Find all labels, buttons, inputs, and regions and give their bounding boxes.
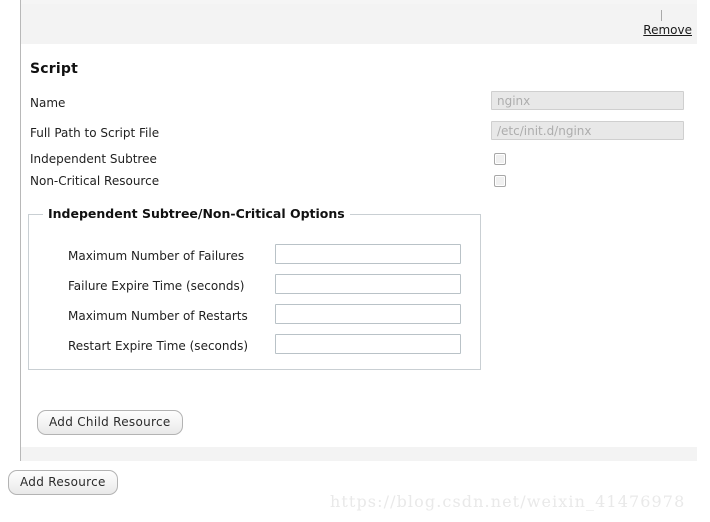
label-maximum-number-of-failures: Maximum Number of Failures (68, 249, 245, 263)
panel-footer-strip (21, 447, 697, 461)
fieldset-row-max-restarts: Maximum Number of Restarts (29, 304, 482, 337)
add-child-resource-button[interactable]: Add Child Resource (37, 410, 183, 435)
form-row-name: Name (21, 91, 697, 120)
remove-divider-tick (661, 10, 662, 21)
maximum-number-of-restarts-input[interactable] (275, 304, 461, 324)
fieldset-row-restart-expire-time: Restart Expire Time (seconds) (29, 334, 482, 367)
label-non-critical-resource: Non-Critical Resource (30, 174, 160, 188)
add-resource-button[interactable]: Add Resource (8, 470, 118, 495)
maximum-number-of-failures-input[interactable] (275, 244, 461, 264)
label-failure-expire-time: Failure Expire Time (seconds) (68, 279, 245, 293)
label-independent-subtree: Independent Subtree (30, 152, 157, 166)
failure-expire-time-input[interactable] (275, 274, 461, 294)
form-row-non-critical-resource: Non-Critical Resource (21, 172, 697, 198)
label-name: Name (30, 96, 66, 110)
panel-header-strip: Remove (21, 0, 697, 44)
label-restart-expire-time: Restart Expire Time (seconds) (68, 339, 249, 353)
fieldset-row-failure-expire-time: Failure Expire Time (seconds) (29, 274, 482, 307)
resource-panel: Remove Script Name Full Path to Script F… (20, 0, 697, 461)
watermark-text: https://blog.csdn.net/weixin_41476978 (330, 492, 686, 511)
restart-expire-time-input[interactable] (275, 334, 461, 354)
remove-link[interactable]: Remove (643, 23, 692, 37)
name-input[interactable] (491, 91, 684, 110)
panel-header-top-line (21, 0, 697, 4)
independent-subtree-checkbox[interactable] (494, 153, 506, 165)
page-title: Script (30, 61, 78, 77)
fieldset-legend: Independent Subtree/Non-Critical Options (43, 206, 350, 221)
non-critical-resource-checkbox[interactable] (494, 175, 506, 187)
script-path-input[interactable] (491, 121, 684, 140)
fieldset-row-max-failures: Maximum Number of Failures (29, 244, 482, 277)
label-full-path-to-script-file: Full Path to Script File (30, 126, 160, 140)
panel-body: Script Name Full Path to Script File Ind… (21, 44, 697, 447)
independent-subtree-options-fieldset: Independent Subtree/Non-Critical Options… (28, 206, 482, 370)
label-maximum-number-of-restarts: Maximum Number of Restarts (68, 309, 248, 323)
form-row-script-path: Full Path to Script File (21, 121, 697, 150)
